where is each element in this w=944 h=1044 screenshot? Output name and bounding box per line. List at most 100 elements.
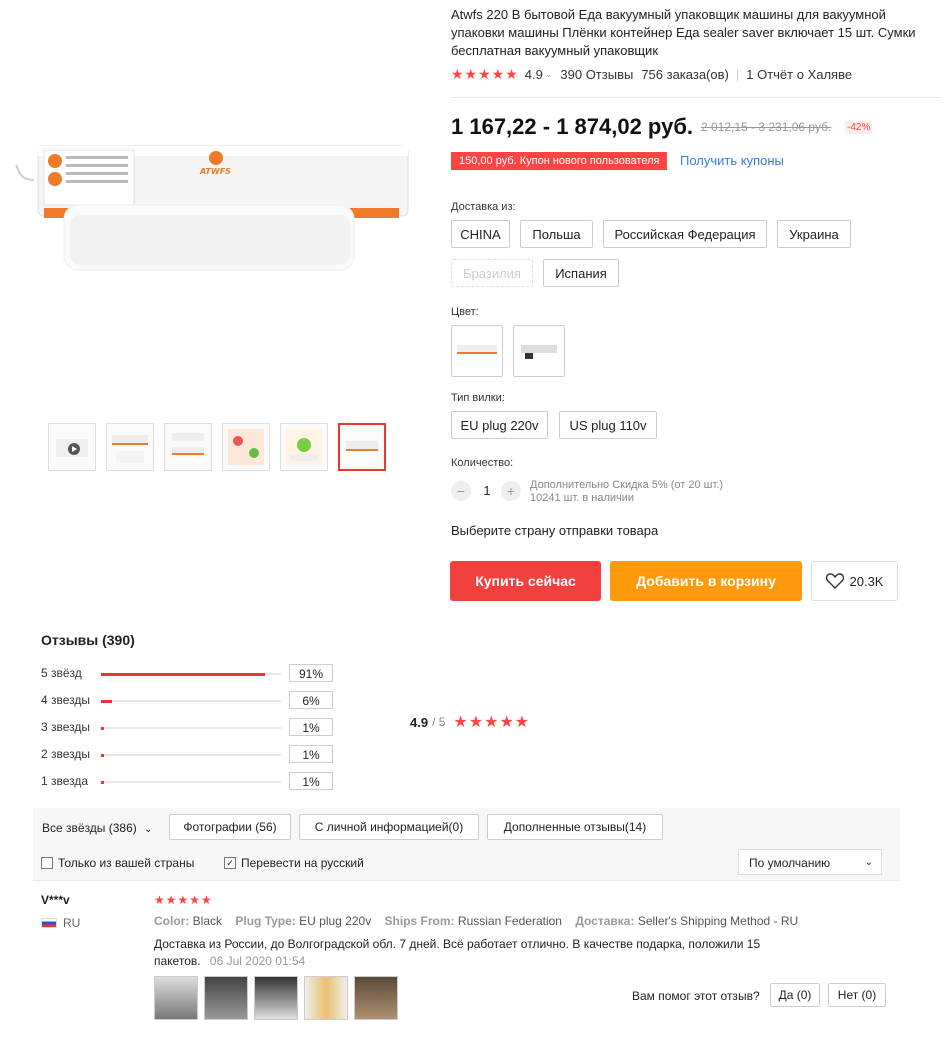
thumbnail-5[interactable] <box>280 423 328 471</box>
rating-bar-track <box>101 672 281 676</box>
add-to-cart-button[interactable]: Добавить в корзину <box>610 561 802 601</box>
translate-checkbox[interactable]: ✓ Перевести на русский <box>224 856 364 870</box>
review-ships-label: Ships From: <box>384 914 455 928</box>
average-rating: 4.9 / 5 ★★★★★ <box>410 712 530 732</box>
ship-from-russia[interactable]: Российская Федерация <box>603 220 767 248</box>
rating-bar-track <box>101 726 281 730</box>
ship-from-ukraine[interactable]: Украина <box>777 220 851 248</box>
rating-value: 4.9 <box>524 67 543 82</box>
quantity-minus-button[interactable]: − <box>451 481 471 501</box>
thumbnail-3[interactable] <box>164 423 212 471</box>
average-rating-max: / 5 <box>432 715 446 729</box>
divider: | <box>735 67 740 82</box>
only-your-country-label: Только из вашей страны <box>58 856 195 870</box>
ship-from-spain[interactable]: Испания <box>543 259 619 287</box>
rating-bar-fill <box>101 780 104 784</box>
wishlist-button[interactable]: 20.3K <box>811 561 898 601</box>
bulk-discount-note: Дополнительно Скидка 5% (от 20 шт.) <box>530 479 724 491</box>
filter-additional-reviews-button[interactable]: Дополненные отзывы(14) <box>487 814 663 840</box>
reviewer-country-code: RU <box>63 916 81 930</box>
sort-value: По умолчанию <box>749 856 831 870</box>
rating-bar-track <box>101 753 281 757</box>
plug-type-label: Тип вилки: <box>451 392 505 404</box>
review-photo[interactable] <box>304 976 348 1020</box>
review-photo[interactable] <box>354 976 398 1020</box>
brand-logo-text: ATWFS <box>199 167 231 176</box>
select-ship-country-note: Выберите страну отправки товара <box>451 523 659 538</box>
report-link[interactable]: 1 Отчёт о Халяве <box>746 67 852 82</box>
helpful-yes-button[interactable]: Да (0) <box>770 983 820 1007</box>
checkbox-checked[interactable]: ✓ <box>224 857 236 869</box>
new-user-coupon-badge: 150,00 руб. Купон нового пользователя <box>451 152 668 170</box>
discount-badge: -42% <box>845 121 873 134</box>
wishlist-count: 20.3K <box>849 573 884 589</box>
thumbnail-4[interactable] <box>222 423 270 471</box>
filter-personal-info-button[interactable]: С личной информацией(0) <box>299 814 479 840</box>
russia-flag-icon <box>41 918 57 928</box>
review-delivery-value: Seller's Shipping Method - RU <box>637 914 799 928</box>
only-your-country-checkbox[interactable]: Только из вашей страны <box>41 856 194 870</box>
translate-label: Перевести на русский <box>241 856 364 870</box>
rating-bar-label: 3 звезды <box>41 720 91 734</box>
quantity-label: Количество: <box>451 457 514 469</box>
thumbnail-video[interactable] <box>48 423 96 471</box>
helpful-no-button[interactable]: Нет (0) <box>828 983 886 1007</box>
reviews-title: Отзывы (390) <box>41 632 135 648</box>
color-label: Цвет: <box>451 306 479 318</box>
rating-stars-icon: ★★★★★ <box>451 66 519 82</box>
review-helpful-question: Вам помог этот отзыв? <box>632 989 760 1003</box>
quantity-value[interactable]: 1 <box>480 483 494 498</box>
image-thumbnails <box>48 423 386 471</box>
review-photos <box>154 976 398 1020</box>
rating-bar-4[interactable]: 4 звезды 6% <box>41 691 341 711</box>
rating-bar-track <box>101 780 281 784</box>
all-stars-label: Все звёзды (386) <box>42 821 137 835</box>
plug-us-110v[interactable]: US plug 110v <box>559 411 657 439</box>
rating-bar-3[interactable]: 3 звезды 1% <box>41 718 341 738</box>
reviewer-country: RU <box>41 916 80 930</box>
checkbox-unchecked[interactable] <box>41 857 53 869</box>
ship-from-brazil-disabled: Бразилия <box>451 259 533 287</box>
thumbnail-2[interactable] <box>106 423 154 471</box>
color-option-black[interactable] <box>513 325 565 377</box>
review-text: Доставка из России, до Волгоградской обл… <box>154 936 794 970</box>
rating-bar-label: 5 звёзд <box>41 666 82 680</box>
rating-bar-track <box>101 699 281 703</box>
review-color-label: Color: <box>154 914 190 928</box>
rating-bar-fill <box>101 672 265 676</box>
stock-count: 10241 шт. в наличии <box>530 492 635 504</box>
reviewer-name: V***v <box>41 893 70 907</box>
quantity-plus-button[interactable]: + <box>501 481 521 501</box>
review-plug-label: Plug Type: <box>235 914 296 928</box>
plug-eu-220v[interactable]: EU plug 220v <box>451 411 548 439</box>
all-stars-dropdown[interactable]: Все звёзды (386) ⌄ <box>42 821 153 835</box>
color-option-white[interactable] <box>451 325 503 377</box>
rating-bar-fill <box>101 726 104 730</box>
review-photo[interactable] <box>254 976 298 1020</box>
filter-photos-button[interactable]: Фотографии (56) <box>169 814 291 840</box>
rating-bar-2[interactable]: 2 звезды 1% <box>41 745 341 765</box>
rating-bar-label: 2 звезды <box>41 747 91 761</box>
get-coupons-link[interactable]: Получить купоны <box>680 153 784 168</box>
rating-bar-percent: 91% <box>289 664 333 682</box>
price-range: 1 167,22 - 1 874,02 руб. <box>451 114 694 139</box>
rating-bar-1[interactable]: 1 звезда 1% <box>41 772 341 792</box>
rating-bar-percent: 1% <box>289 772 333 790</box>
reviews-count-link[interactable]: 390 Отзывы <box>560 67 633 82</box>
review-delivery-label: Доставка: <box>575 914 635 928</box>
ship-from-china[interactable]: CHINA <box>451 220 510 248</box>
sort-select[interactable]: По умолчанию ⌄ <box>738 849 882 875</box>
thumbnail-6-selected[interactable] <box>338 423 386 471</box>
rating-bar-fill <box>101 699 112 703</box>
quantity-info: Дополнительно Скидка 5% (от 20 шт.) 1024… <box>530 479 723 505</box>
review-photo[interactable] <box>204 976 248 1020</box>
review-photo[interactable] <box>154 976 198 1020</box>
chevron-down-icon[interactable]: ⌄ <box>545 69 553 80</box>
ship-from-poland[interactable]: Польша <box>520 220 593 248</box>
review-date: 06 Jul 2020 01:54 <box>209 954 306 968</box>
rating-bar-5[interactable]: 5 звёзд 91% <box>41 664 341 684</box>
buy-now-button[interactable]: Купить сейчас <box>450 561 601 601</box>
review-meta: Color: Black Plug Type: EU plug 220v Shi… <box>154 914 798 928</box>
product-main-image[interactable]: ATWFS <box>14 110 414 300</box>
rating-bar-label: 4 звезды <box>41 693 91 707</box>
